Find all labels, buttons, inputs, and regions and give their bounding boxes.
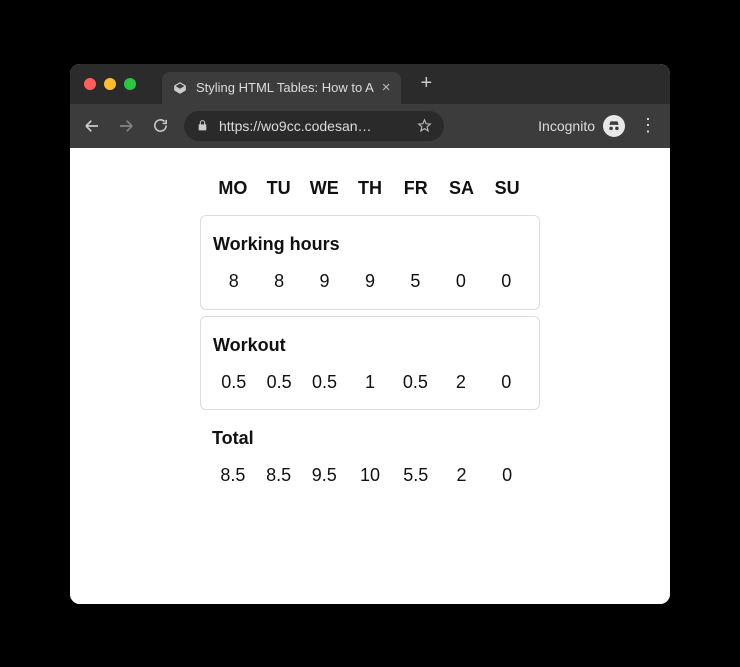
browser-tab[interactable]: Styling HTML Tables: How to A ×	[162, 72, 401, 104]
cell: 0	[484, 459, 530, 493]
cell: 2	[439, 459, 485, 493]
table-row: 8.5 8.5 9.5 10 5.5 2 0	[210, 459, 530, 493]
cell: 9	[347, 265, 392, 299]
col-header: WE	[301, 172, 347, 206]
cell: 0	[484, 366, 529, 400]
cell: 8.5	[210, 459, 256, 493]
cell: 8	[256, 265, 301, 299]
bookmark-icon[interactable]	[417, 118, 432, 133]
section-title: Working hours	[211, 230, 529, 265]
section-title: Total	[210, 424, 530, 459]
tab-title: Styling HTML Tables: How to A	[196, 80, 374, 95]
section-title: Workout	[211, 331, 529, 366]
table-row: 8 8 9 9 5 0 0	[211, 265, 529, 299]
kebab-menu-button[interactable]: ⋮	[639, 115, 658, 136]
titlebar: Styling HTML Tables: How to A × +	[70, 64, 670, 104]
page-content: MO TU WE TH FR SA SU Working hours 8 8 9…	[70, 148, 670, 604]
cell: 0.5	[256, 366, 301, 400]
workout-section: Workout 0.5 0.5 0.5 1 0.5 2 0	[200, 316, 540, 411]
col-header: MO	[210, 172, 256, 206]
favicon-icon	[172, 80, 188, 96]
col-header: FR	[393, 172, 439, 206]
working-hours-section: Working hours 8 8 9 9 5 0 0	[200, 215, 540, 310]
col-header: TU	[256, 172, 302, 206]
cell: 0.5	[393, 366, 438, 400]
cell: 1	[347, 366, 392, 400]
url-text: https://wo9cc.codesan…	[219, 118, 407, 134]
table-header-row: MO TU WE TH FR SA SU	[200, 172, 540, 206]
total-section: Total 8.5 8.5 9.5 10 5.5 2 0	[200, 410, 540, 503]
new-tab-button[interactable]: +	[421, 72, 433, 95]
cell: 9	[302, 265, 347, 299]
cell: 10	[347, 459, 393, 493]
browser-window: Styling HTML Tables: How to A × + https:…	[70, 64, 670, 604]
col-header: SA	[439, 172, 485, 206]
address-bar[interactable]: https://wo9cc.codesan…	[184, 111, 444, 141]
close-tab-button[interactable]: ×	[382, 80, 391, 95]
window-controls	[84, 78, 136, 90]
cell: 5.5	[393, 459, 439, 493]
cell: 8	[211, 265, 256, 299]
back-button[interactable]	[82, 116, 102, 136]
col-header: TH	[347, 172, 393, 206]
cell: 2	[438, 366, 483, 400]
incognito-label: Incognito	[538, 118, 595, 134]
cell: 8.5	[256, 459, 302, 493]
incognito-indicator: Incognito	[538, 115, 625, 137]
cell: 9.5	[301, 459, 347, 493]
schedule-table: MO TU WE TH FR SA SU Working hours 8 8 9…	[200, 172, 540, 604]
cell: 0	[438, 265, 483, 299]
cell: 0	[484, 265, 529, 299]
lock-icon	[196, 119, 209, 132]
minimize-window-button[interactable]	[104, 78, 116, 90]
table-row: 0.5 0.5 0.5 1 0.5 2 0	[211, 366, 529, 400]
maximize-window-button[interactable]	[124, 78, 136, 90]
toolbar: https://wo9cc.codesan… Incognito ⋮	[70, 104, 670, 148]
cell: 0.5	[302, 366, 347, 400]
cell: 0.5	[211, 366, 256, 400]
col-header: SU	[484, 172, 530, 206]
cell: 5	[393, 265, 438, 299]
forward-button[interactable]	[116, 116, 136, 136]
close-window-button[interactable]	[84, 78, 96, 90]
reload-button[interactable]	[150, 116, 170, 136]
incognito-icon	[603, 115, 625, 137]
